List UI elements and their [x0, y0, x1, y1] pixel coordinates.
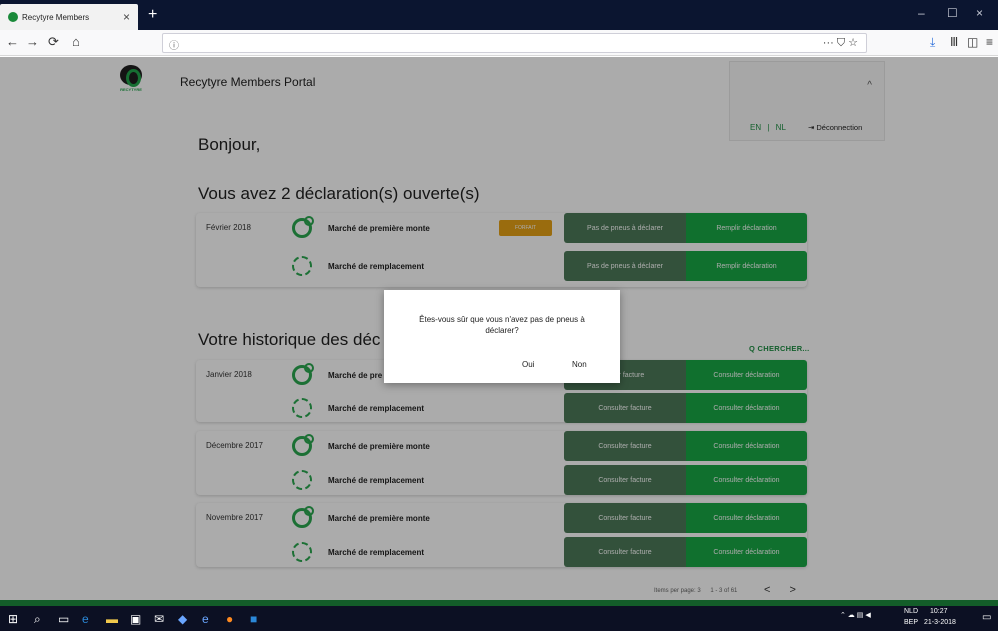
browser-navbar: ← → ⟳ ⌂ ⓘ ··· ⛉ ☆ ⤓ Ⅲ ◫ ≡ [0, 30, 998, 56]
dialog-message: Êtes-vous sûr que vous n'avez pas de pne… [419, 315, 585, 335]
tray-date[interactable]: 21-3-2018 [924, 619, 956, 626]
forward-button[interactable]: → [26, 34, 39, 49]
tab-title: Recytyre Members [22, 12, 90, 22]
sidebar-icon[interactable]: ◫ [967, 35, 978, 49]
new-tab-button[interactable]: + [148, 6, 157, 24]
store-icon[interactable]: ▣ [130, 612, 141, 626]
downloads-icon[interactable]: ⤓ [930, 35, 935, 50]
browser-titlebar: Recytyre Members × + – ☐ × [0, 0, 998, 30]
web-page: RECYTYRE Recytyre Members Portal ^ EN | … [0, 57, 998, 606]
browser-tab[interactable]: Recytyre Members × [0, 4, 138, 30]
firefox-icon[interactable]: ● [226, 612, 233, 626]
url-bar[interactable]: ⓘ ··· ⛉ ☆ [162, 33, 867, 53]
outlook-icon[interactable]: ■ [250, 612, 257, 626]
start-icon[interactable]: ⊞ [8, 612, 18, 626]
tray-language[interactable]: NLD [904, 608, 918, 615]
ie-icon[interactable]: e [202, 612, 209, 626]
back-button[interactable]: ← [6, 34, 19, 49]
close-window-button[interactable]: × [976, 6, 983, 20]
menu-icon[interactable]: ≡ [986, 35, 993, 49]
page-actions-icon[interactable]: ··· ⛉ ☆ [823, 36, 858, 50]
tray-time[interactable]: 10:27 [930, 608, 948, 615]
notifications-icon[interactable]: ▭ [982, 612, 991, 623]
tray-region[interactable]: BEP [904, 619, 918, 626]
windows-taskbar: ⊞ ⌕ ▭ e ▬ ▣ ✉ ◆ e ● ■ ⌃ ☁ ▤ ◀ NLD BEP 10… [0, 606, 998, 631]
confirm-dialog: Êtes-vous sûr que vous n'avez pas de pne… [384, 290, 620, 383]
library-icon[interactable]: Ⅲ [950, 35, 958, 49]
home-button[interactable]: ⌂ [72, 34, 80, 49]
tray-icons[interactable]: ⌃ ☁ ▤ ◀ [840, 611, 871, 619]
tab-favicon-icon [8, 12, 18, 22]
edge-icon[interactable]: e [82, 612, 89, 626]
no-button[interactable]: Non [572, 360, 587, 369]
maximize-button[interactable]: ☐ [947, 6, 958, 20]
tab-close-icon[interactable]: × [123, 10, 130, 24]
reload-button[interactable]: ⟳ [48, 34, 59, 50]
app-icon[interactable]: ◆ [178, 612, 187, 626]
search-icon[interactable]: ⌕ [34, 612, 41, 627]
yes-button[interactable]: Oui [522, 360, 534, 369]
site-info-icon[interactable]: ⓘ [169, 41, 179, 52]
task-view-icon[interactable]: ▭ [58, 612, 69, 626]
minimize-button[interactable]: – [918, 6, 925, 20]
mail-icon[interactable]: ✉ [154, 612, 164, 626]
file-explorer-icon[interactable]: ▬ [106, 612, 118, 626]
